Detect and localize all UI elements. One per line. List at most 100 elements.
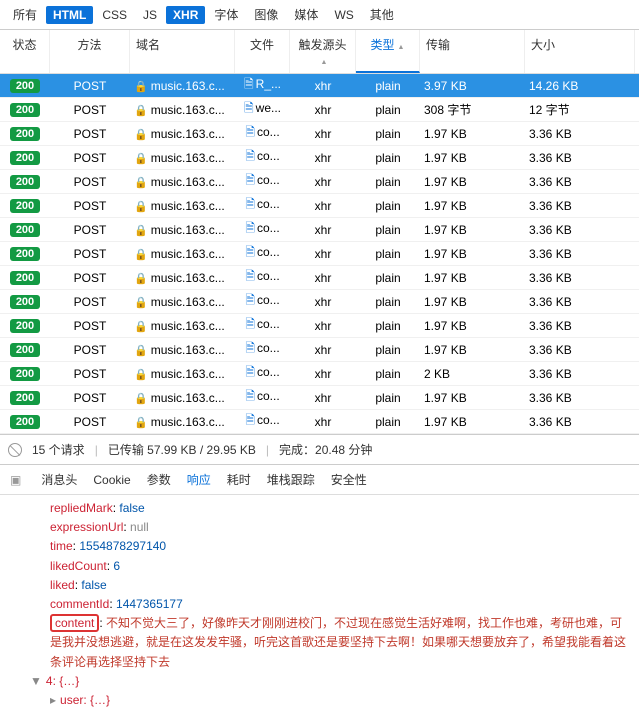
cell-initiator: xhr xyxy=(290,367,356,381)
cell-file: 🗎co... xyxy=(235,243,290,264)
status-badge: 200 xyxy=(10,175,40,189)
file-icon: 🗎 xyxy=(245,245,255,259)
filter-xhr[interactable]: XHR xyxy=(166,6,205,24)
response-tree[interactable]: repliedMark: false expressionUrl: null t… xyxy=(0,495,639,720)
cell-type: plain xyxy=(356,319,420,333)
cell-size: 3.36 KB xyxy=(525,175,635,189)
filter-ws[interactable]: WS xyxy=(327,6,360,24)
table-row[interactable]: 200POST🔒music.163.c...🗎co...xhrplain1.97… xyxy=(0,338,639,362)
file-icon: 🗎 xyxy=(244,101,254,115)
file-icon: 🗎 xyxy=(245,197,255,211)
cell-method: POST xyxy=(50,103,130,117)
tab-security[interactable]: 安全性 xyxy=(331,471,367,488)
stop-icon[interactable] xyxy=(8,443,22,457)
col-size[interactable]: 大小 xyxy=(525,30,635,73)
filter-all[interactable]: 所有 xyxy=(6,4,44,25)
cell-file: 🗎co... xyxy=(235,267,290,288)
cell-domain: 🔒music.163.c... xyxy=(130,343,235,357)
cell-initiator: xhr xyxy=(290,391,356,405)
table-row[interactable]: 200POST🔒music.163.c...🗎co...xhrplain1.97… xyxy=(0,122,639,146)
file-icon: 🗎 xyxy=(244,77,254,91)
cell-method: POST xyxy=(50,343,130,357)
cell-type: plain xyxy=(356,271,420,285)
request-list[interactable]: 200POST🔒music.163.c...🗎R_...xhrplain3.97… xyxy=(0,74,639,434)
content-key: content xyxy=(50,614,99,632)
cell-transfer: 1.97 KB xyxy=(420,199,525,213)
status-badge: 200 xyxy=(10,79,40,93)
tab-stack[interactable]: 堆栈跟踪 xyxy=(267,471,315,488)
cell-initiator: xhr xyxy=(290,175,356,189)
cell-file: 🗎co... xyxy=(235,123,290,144)
cell-type: plain xyxy=(356,295,420,309)
table-row[interactable]: 200POST🔒music.163.c...🗎co...xhrplain1.97… xyxy=(0,290,639,314)
filter-font[interactable]: 字体 xyxy=(207,4,245,25)
table-row[interactable]: 200POST🔒music.163.c...🗎co...xhrplain1.97… xyxy=(0,410,639,434)
col-type[interactable]: 类型 xyxy=(356,30,420,73)
cell-domain: 🔒music.163.c... xyxy=(130,223,235,237)
tab-params[interactable]: 参数 xyxy=(147,471,171,488)
cell-domain: 🔒music.163.c... xyxy=(130,415,235,429)
tab-headers[interactable]: 消息头 xyxy=(41,471,77,488)
file-icon: 🗎 xyxy=(245,269,255,283)
col-transfer[interactable]: 传输 xyxy=(420,30,525,73)
col-domain[interactable]: 域名 xyxy=(130,30,235,73)
cell-type: plain xyxy=(356,391,420,405)
summary-bar: 15 个请求 | 已传输 57.99 KB / 29.95 KB | 完成：20… xyxy=(0,434,639,465)
filter-css[interactable]: CSS xyxy=(95,6,134,24)
status-badge: 200 xyxy=(10,127,40,141)
status-badge: 200 xyxy=(10,415,40,429)
table-row[interactable]: 200POST🔒music.163.c...🗎co...xhrplain1.97… xyxy=(0,170,639,194)
cell-domain: 🔒music.163.c... xyxy=(130,199,235,213)
toggle-pane-icon[interactable]: ▣ xyxy=(10,473,21,487)
table-row[interactable]: 200POST🔒music.163.c...🗎R_...xhrplain3.97… xyxy=(0,74,639,98)
cell-type: plain xyxy=(356,79,420,93)
collapse-icon[interactable]: ▼ xyxy=(30,674,42,688)
tab-cookie[interactable]: Cookie xyxy=(93,473,130,487)
cell-initiator: xhr xyxy=(290,247,356,261)
filter-html[interactable]: HTML xyxy=(46,6,93,24)
filter-bar: 所有 HTML CSS JS XHR 字体 图像 媒体 WS 其他 xyxy=(0,0,639,30)
table-row[interactable]: 200POST🔒music.163.c...🗎co...xhrplain1.97… xyxy=(0,218,639,242)
table-row[interactable]: 200POST🔒music.163.c...🗎co...xhrplain1.97… xyxy=(0,194,639,218)
cell-initiator: xhr xyxy=(290,319,356,333)
cell-initiator: xhr xyxy=(290,127,356,141)
cell-size: 3.36 KB xyxy=(525,415,635,429)
cell-initiator: xhr xyxy=(290,295,356,309)
col-initiator[interactable]: 触发源头 xyxy=(290,30,356,73)
cell-method: POST xyxy=(50,175,130,189)
col-method[interactable]: 方法 xyxy=(50,30,130,73)
filter-js[interactable]: JS xyxy=(136,6,164,24)
filter-media[interactable]: 媒体 xyxy=(287,4,325,25)
lock-icon: 🔒 xyxy=(134,177,148,189)
cell-initiator: xhr xyxy=(290,343,356,357)
cell-transfer: 1.97 KB xyxy=(420,175,525,189)
table-row[interactable]: 200POST🔒music.163.c...🗎co...xhrplain1.97… xyxy=(0,266,639,290)
cell-size: 3.36 KB xyxy=(525,295,635,309)
cell-size: 3.36 KB xyxy=(525,319,635,333)
cell-initiator: xhr xyxy=(290,223,356,237)
cell-transfer: 3.97 KB xyxy=(420,79,525,93)
table-row[interactable]: 200POST🔒music.163.c...🗎co...xhrplain1.97… xyxy=(0,242,639,266)
col-file[interactable]: 文件 xyxy=(235,30,290,73)
cell-size: 3.36 KB xyxy=(525,223,635,237)
table-row[interactable]: 200POST🔒music.163.c...🗎co...xhrplain1.97… xyxy=(0,146,639,170)
table-row[interactable]: 200POST🔒music.163.c...🗎we...xhrplain308 … xyxy=(0,98,639,122)
table-row[interactable]: 200POST🔒music.163.c...🗎co...xhrplain1.97… xyxy=(0,314,639,338)
cell-size: 3.36 KB xyxy=(525,151,635,165)
cell-file: 🗎co... xyxy=(235,219,290,240)
cell-method: POST xyxy=(50,415,130,429)
table-row[interactable]: 200POST🔒music.163.c...🗎co...xhrplain1.97… xyxy=(0,386,639,410)
cell-type: plain xyxy=(356,127,420,141)
cell-type: plain xyxy=(356,343,420,357)
col-status[interactable]: 状态 xyxy=(0,30,50,73)
tab-timing[interactable]: 耗时 xyxy=(227,471,251,488)
lock-icon: 🔒 xyxy=(134,297,148,309)
tab-response[interactable]: 响应 xyxy=(187,471,211,488)
cell-domain: 🔒music.163.c... xyxy=(130,319,235,333)
filter-img[interactable]: 图像 xyxy=(247,4,285,25)
table-row[interactable]: 200POST🔒music.163.c...🗎co...xhrplain2 KB… xyxy=(0,362,639,386)
lock-icon: 🔒 xyxy=(134,81,148,93)
expand-icon[interactable]: ▸ xyxy=(50,693,56,707)
filter-other[interactable]: 其他 xyxy=(363,4,401,25)
status-badge: 200 xyxy=(10,391,40,405)
